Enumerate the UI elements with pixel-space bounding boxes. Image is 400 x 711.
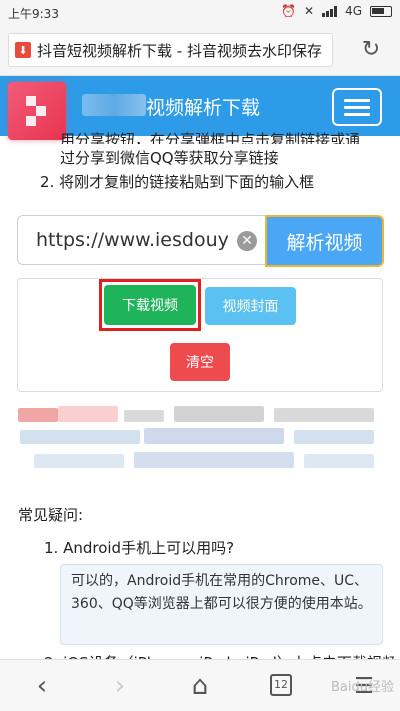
video-url-input[interactable] — [18, 216, 228, 264]
blurred-site-name — [82, 94, 146, 116]
url-input-group: ✕ — [17, 215, 266, 265]
clear-input-icon[interactable]: ✕ — [237, 231, 257, 251]
menu-toggle-button[interactable] — [332, 88, 382, 126]
page-tab-title: 抖音短视频解析下载 - 抖音视频去水印保存 — [37, 41, 322, 60]
network-type: 4G — [345, 4, 362, 18]
alarm-icon: ⏰ — [281, 4, 296, 18]
mute-icon: ✕ — [304, 4, 315, 18]
back-icon[interactable]: ‹ — [24, 668, 60, 704]
home-icon[interactable]: ⌂ — [182, 668, 218, 704]
download-video-button[interactable]: 下载视频 — [104, 285, 196, 325]
status-time: 上午9:33 — [8, 7, 59, 21]
tabs-icon[interactable]: 12 — [270, 674, 292, 696]
browser-address-bar: ⬇ 抖音短视频解析下载 - 抖音视频去水印保存 ↻ — [0, 24, 400, 76]
blurred-content — [14, 402, 386, 484]
forward-icon[interactable]: › — [102, 668, 138, 704]
signal-icon — [322, 5, 338, 17]
reload-icon[interactable]: ↻ — [358, 37, 384, 63]
favicon-icon: ⬇ — [15, 42, 31, 58]
clear-button[interactable]: 清空 — [170, 343, 230, 381]
faq-heading: 常见疑问: — [18, 506, 84, 524]
faq-answer-1: 可以的，Android手机在常用的Chrome、UC、360、QQ等浏览器上都可… — [60, 564, 383, 645]
site-title: 视频解析下载 — [146, 97, 261, 119]
instruction-line-1: 过分享到微信QQ等获取分享链接 — [60, 149, 279, 167]
site-logo[interactable] — [8, 82, 66, 140]
watermark: Baidu经验 — [331, 680, 394, 695]
instruction-item-2: 2. 将刚才复制的链接粘贴到下面的输入框 — [40, 173, 315, 191]
site-header: 视频解析下载 — [0, 76, 400, 140]
faq-question-1: 1. Android手机上可以用吗? — [44, 539, 235, 557]
instruction-partial-line: 用分享按钮，在分享弹框中点击复制链接或通 — [60, 131, 361, 144]
status-bar: 上午9:33 ⏰ ✕ 4G — [0, 0, 400, 24]
status-icons: ⏰ ✕ 4G — [281, 4, 392, 18]
video-cover-button[interactable]: 视频封面 — [205, 287, 296, 325]
url-bar[interactable]: ⬇ 抖音短视频解析下载 - 抖音视频去水印保存 — [8, 33, 333, 67]
parse-video-button[interactable]: 解析视频 — [265, 215, 384, 267]
battery-icon — [370, 5, 392, 17]
